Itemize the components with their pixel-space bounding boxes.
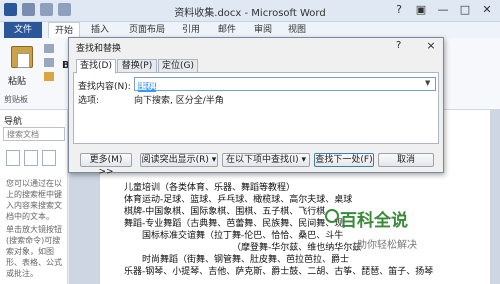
nav-hint-text-2: 单击放大镜按钮(搜索命令)可搜索对象，如图形、表格、公式或批注。 (6, 225, 62, 278)
pages-view-icon[interactable] (24, 150, 38, 166)
reading-highlight-button[interactable]: 阅读突出显示(R) ▾ (140, 153, 218, 167)
tab-page-layout[interactable]: 页面布局 (122, 22, 172, 38)
dialog-help-button[interactable]: ? (396, 40, 401, 51)
dialog-title: 查找和替换 (76, 44, 122, 54)
options-label: 选项: (78, 96, 100, 106)
tab-mailings[interactable]: 邮件 (212, 22, 242, 38)
watermark-title: 百科全说 (340, 211, 408, 231)
close-button[interactable]: ✕ (476, 2, 498, 18)
find-what-label: 查找内容(N): (78, 82, 131, 92)
tab-file[interactable]: 文件 (4, 22, 42, 38)
ribbon-tabs: 文件 开始 插入 页面布局 引用 邮件 审阅 视图 (0, 22, 500, 38)
tab-view[interactable]: 视图 (282, 22, 312, 38)
copy-icon[interactable] (44, 58, 54, 67)
options-value: 向下搜索, 区分全/半角 (134, 96, 224, 106)
cut-icon[interactable] (44, 44, 54, 53)
results-view-icon[interactable] (42, 150, 56, 166)
tab-home[interactable]: 开始 (48, 22, 80, 38)
minimize-button[interactable]: — (432, 2, 454, 18)
chevron-down-icon[interactable]: ▼ (425, 79, 430, 87)
clipboard-group-label: 剪贴板 (4, 95, 28, 104)
dialog-close-button[interactable]: × (420, 38, 442, 54)
paste-icon (11, 46, 33, 68)
doc-line: 乐器-钢琴、小提琴、吉他、萨克斯、爵士鼓、二胡、古筝、琵琶、笛子、扬琴 (124, 267, 434, 277)
tab-replace[interactable]: 替换(P) (117, 59, 157, 73)
cancel-button[interactable]: 取消 (378, 153, 434, 167)
nav-hint-text: 您可以通过在以上的搜索框中键入内容来搜索文档中的文本。 (6, 179, 62, 221)
find-what-input[interactable]: 围棋 (134, 77, 436, 92)
nav-search-input[interactable]: 搜索文档 (3, 127, 65, 141)
tab-references[interactable]: 引用 (176, 22, 206, 38)
ribbon-display-button[interactable]: ▣ (410, 2, 432, 18)
tab-insert[interactable]: 插入 (84, 22, 116, 38)
tab-find[interactable]: 查找(D) (76, 59, 116, 74)
tab-goto[interactable]: 定位(G) (158, 59, 198, 73)
watermark-subtitle: 助你轻松解决 (357, 240, 417, 251)
paste-label: 粘贴 (8, 77, 27, 87)
headings-view-icon[interactable] (6, 150, 20, 166)
find-what-value: 围棋 (138, 82, 157, 92)
format-painter-icon[interactable] (44, 72, 54, 81)
tab-review[interactable]: 审阅 (248, 22, 278, 38)
find-next-button[interactable]: 查找下一处(F) (314, 153, 374, 167)
navigation-title: 导航 (4, 117, 23, 127)
more-button[interactable]: 更多(M) >> (80, 153, 132, 177)
help-button[interactable]: ? (388, 2, 410, 18)
find-in-button[interactable]: 在以下项中查找(I) ▾ (222, 153, 310, 167)
maximize-button[interactable]: □ (454, 2, 476, 18)
title-bar: 资料收集.docx - Microsoft Word ? ▣ — □ ✕ (0, 0, 500, 22)
watermark-logo-icon (325, 209, 339, 223)
